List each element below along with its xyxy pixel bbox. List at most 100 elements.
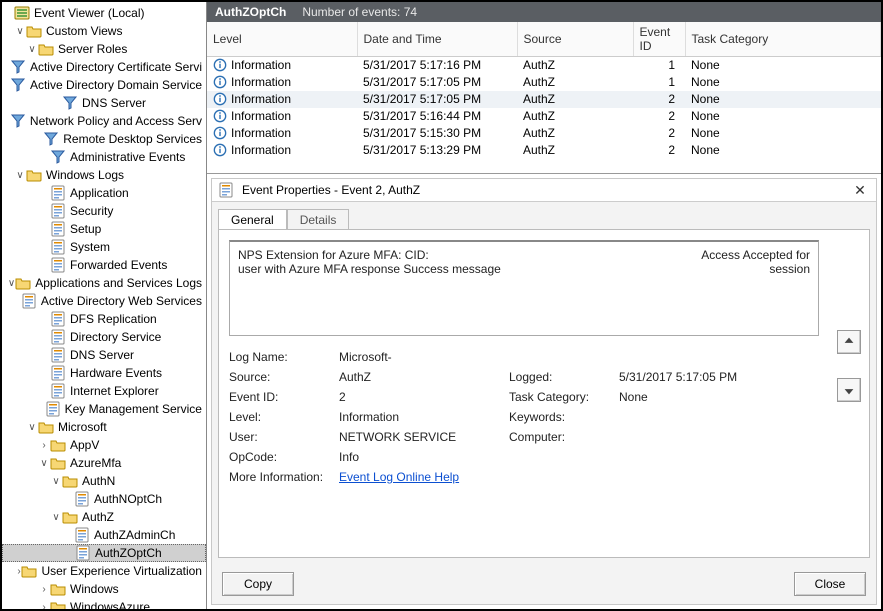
tree-windows-logs[interactable]: ∨ Windows Logs bbox=[2, 166, 206, 184]
col-task-category[interactable]: Task Category bbox=[685, 22, 881, 57]
event-row[interactable]: Information 5/31/2017 5:17:16 PMAuthZ1Non… bbox=[207, 57, 881, 74]
tab-details[interactable]: Details bbox=[287, 209, 350, 230]
label-task: Task Category: bbox=[509, 390, 619, 404]
cell-task: None bbox=[685, 74, 881, 91]
col-source[interactable]: Source bbox=[517, 22, 633, 57]
cell-date: 5/31/2017 5:17:05 PM bbox=[357, 91, 517, 108]
col-event-id[interactable]: Event ID bbox=[633, 22, 685, 57]
event-row[interactable]: Information5/31/2017 5:16:44 PMAuthZ2Non… bbox=[207, 108, 881, 125]
cell-event-id: 2 bbox=[633, 108, 685, 125]
label-level: Level: bbox=[229, 410, 339, 424]
tree-microsoft[interactable]: ∨ Microsoft bbox=[2, 418, 206, 436]
cell-task: None bbox=[685, 142, 881, 159]
nav-tree[interactable]: Event Viewer (Local) ∨ Custom Views ∨ Se… bbox=[2, 2, 207, 609]
cell-level: Information bbox=[231, 75, 291, 89]
cell-level: Information bbox=[231, 109, 291, 123]
tree-apps-log-item[interactable]: Active Directory Web Services bbox=[2, 292, 206, 310]
cell-level: Information bbox=[231, 58, 291, 72]
label-keywords: Keywords: bbox=[509, 410, 619, 424]
cell-level: Information bbox=[231, 92, 291, 106]
event-count: Number of events: 74 bbox=[302, 5, 417, 19]
tree-custom-views[interactable]: ∨ Custom Views bbox=[2, 22, 206, 40]
column-headers[interactable]: Level Date and Time Source Event ID Task… bbox=[207, 22, 881, 57]
link-event-log-help[interactable]: Event Log Online Help bbox=[339, 470, 459, 484]
expander-icon[interactable]: › bbox=[38, 440, 50, 451]
close-icon[interactable]: ✕ bbox=[850, 181, 870, 199]
cell-date: 5/31/2017 5:17:16 PM bbox=[357, 57, 517, 74]
cell-source: AuthZ bbox=[517, 142, 633, 159]
value-level: Information bbox=[339, 410, 509, 424]
tree-server-role-item[interactable]: Active Directory Domain Service bbox=[2, 76, 206, 94]
expander-icon[interactable]: ∨ bbox=[8, 278, 15, 289]
expander-icon[interactable]: ∨ bbox=[26, 422, 38, 433]
event-properties-dialog: Event Properties - Event 2, AuthZ ✕ Gene… bbox=[211, 178, 877, 605]
value-task: None bbox=[619, 390, 819, 404]
label-moreinfo: More Information: bbox=[229, 470, 339, 484]
event-list[interactable]: Level Date and Time Source Event ID Task… bbox=[207, 22, 881, 174]
tabs: General Details bbox=[212, 202, 876, 229]
expander-icon[interactable]: › bbox=[38, 584, 50, 595]
msg-line: NPS Extension for Azure MFA: CID: bbox=[238, 248, 501, 262]
cell-source: AuthZ bbox=[517, 57, 633, 74]
col-date[interactable]: Date and Time bbox=[357, 22, 517, 57]
col-level[interactable]: Level bbox=[207, 22, 357, 57]
expander-icon[interactable]: ∨ bbox=[50, 476, 62, 487]
prev-event-button[interactable] bbox=[837, 330, 861, 354]
dialog-footer: Copy Close bbox=[212, 564, 876, 604]
cell-task: None bbox=[685, 57, 881, 74]
label-opcode: OpCode: bbox=[229, 450, 339, 464]
cell-date: 5/31/2017 5:17:05 PM bbox=[357, 74, 517, 91]
dialog-titlebar[interactable]: Event Properties - Event 2, AuthZ ✕ bbox=[212, 179, 876, 201]
value-opcode: Info bbox=[339, 450, 509, 464]
log-header: AuthZOptCh Number of events: 74 bbox=[207, 2, 881, 22]
expander-icon[interactable]: ∨ bbox=[26, 44, 38, 55]
app-root: Event Viewer (Local) ∨ Custom Views ∨ Se… bbox=[0, 0, 883, 611]
cell-task: None bbox=[685, 125, 881, 142]
value-logname: Microsoft- bbox=[339, 350, 509, 364]
tree-appv[interactable]: › AppV bbox=[2, 436, 206, 454]
event-row[interactable]: Information5/31/2017 5:17:05 PMAuthZ2Non… bbox=[207, 91, 881, 108]
info-icon bbox=[213, 58, 227, 72]
tree-server-role-item[interactable]: Active Directory Certificate Servi bbox=[2, 58, 206, 76]
close-button[interactable]: Close bbox=[794, 572, 866, 596]
expander-icon[interactable]: ∨ bbox=[38, 458, 50, 469]
cell-date: 5/31/2017 5:16:44 PM bbox=[357, 108, 517, 125]
tree-apps-log-item[interactable]: Key Management Service bbox=[2, 400, 206, 418]
value-keywords bbox=[619, 410, 819, 424]
cell-source: AuthZ bbox=[517, 108, 633, 125]
event-row[interactable]: Information5/31/2017 5:13:29 PMAuthZ2Non… bbox=[207, 142, 881, 159]
filter-icon bbox=[10, 113, 26, 129]
event-fields: Log Name: Microsoft- Source: AuthZ Logge… bbox=[229, 350, 819, 484]
tree-authn[interactable]: ∨ AuthN bbox=[2, 472, 206, 490]
cell-event-id: 2 bbox=[633, 142, 685, 159]
value-user: NETWORK SERVICE bbox=[339, 430, 509, 444]
folder-icon bbox=[50, 599, 66, 609]
tab-general[interactable]: General bbox=[218, 209, 287, 230]
folder-icon bbox=[38, 41, 54, 57]
cell-source: AuthZ bbox=[517, 91, 633, 108]
dialog-title: Event Properties - Event 2, AuthZ bbox=[242, 183, 420, 197]
event-row[interactable]: Information5/31/2017 5:15:30 PMAuthZ2Non… bbox=[207, 125, 881, 142]
tree-ms-folder[interactable]: ›User Experience Virtualization bbox=[2, 562, 206, 580]
cell-event-id: 2 bbox=[633, 125, 685, 142]
tab-panel-general: NPS Extension for Azure MFA: CID: user w… bbox=[218, 229, 870, 558]
copy-button[interactable]: Copy bbox=[222, 572, 294, 596]
event-message[interactable]: NPS Extension for Azure MFA: CID: user w… bbox=[229, 240, 819, 336]
tree-azuremfa[interactable]: ∨ AzureMfa bbox=[2, 454, 206, 472]
cell-event-id: 2 bbox=[633, 91, 685, 108]
expander-icon[interactable]: › bbox=[38, 602, 50, 610]
label-eventid: Event ID: bbox=[229, 390, 339, 404]
cell-event-id: 1 bbox=[633, 57, 685, 74]
expander-icon[interactable]: ∨ bbox=[14, 170, 26, 181]
label-source: Source: bbox=[229, 370, 339, 384]
label-logname: Log Name: bbox=[229, 350, 339, 364]
folder-icon bbox=[21, 563, 37, 579]
info-icon bbox=[213, 75, 227, 89]
next-event-button[interactable] bbox=[837, 378, 861, 402]
info-icon bbox=[213, 92, 227, 106]
value-computer bbox=[619, 430, 819, 444]
msg-line: user with Azure MFA response Success mes… bbox=[238, 262, 501, 276]
log-icon bbox=[21, 293, 37, 309]
tree-apps-log-item[interactable]: Internet Explorer bbox=[2, 382, 206, 400]
event-row[interactable]: Information5/31/2017 5:17:05 PMAuthZ1Non… bbox=[207, 74, 881, 91]
